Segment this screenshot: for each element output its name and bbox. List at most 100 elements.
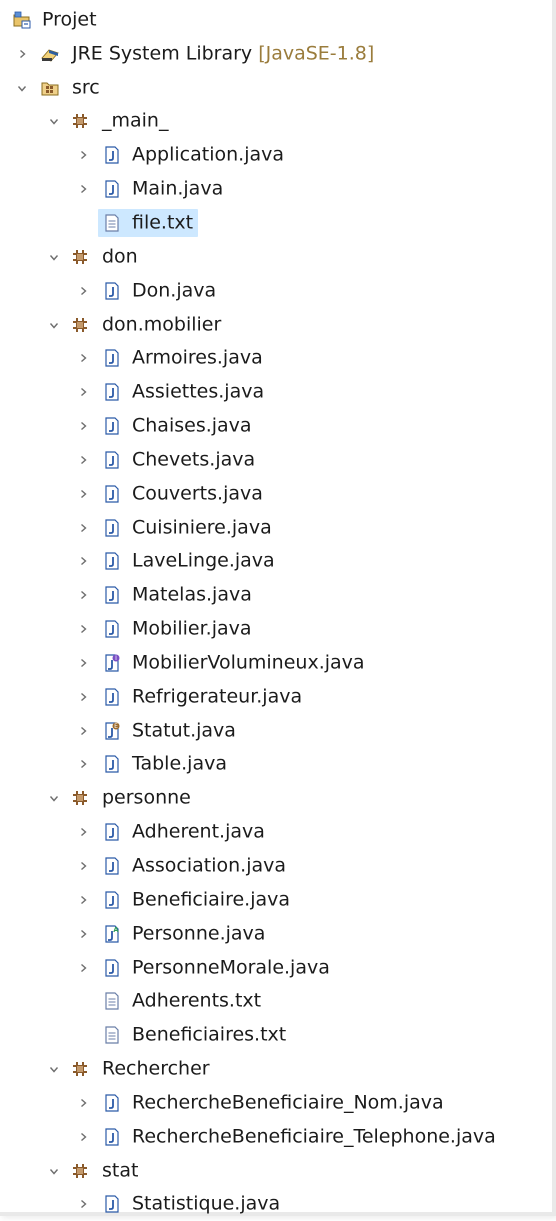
- tree-row-don[interactable]: don: [0, 240, 552, 274]
- tree-row-couverts-java[interactable]: Couverts.java: [0, 477, 552, 511]
- tree-row-personne-java[interactable]: A Personne.java: [0, 917, 552, 951]
- tree-item-label[interactable]: Main.java: [132, 177, 223, 201]
- tree-item-label[interactable]: file.txt: [132, 211, 193, 235]
- tree-row-adherent-java[interactable]: Adherent.java: [0, 815, 552, 849]
- tree-item-label[interactable]: Adherent.java: [132, 820, 265, 844]
- tree-row-jre-system-library[interactable]: JRE System Library [JavaSE-1.8]: [0, 37, 552, 71]
- tree-row-chaises-java[interactable]: Chaises.java: [0, 409, 552, 443]
- chevron-down-icon[interactable]: [49, 320, 59, 329]
- tree-row-rechercher[interactable]: Rechercher: [0, 1052, 552, 1086]
- chevron-down-icon[interactable]: [49, 252, 59, 261]
- chevron-down-icon[interactable]: [49, 1065, 59, 1074]
- chevron-right-icon[interactable]: [79, 861, 88, 871]
- tree-item-label[interactable]: Personne.java: [132, 921, 265, 945]
- chevron-right-icon[interactable]: [79, 489, 88, 498]
- tree-item-label[interactable]: Chevets.java: [132, 447, 255, 471]
- tree-row-main-java[interactable]: Main.java: [0, 172, 552, 206]
- chevron-right-icon[interactable]: [79, 1098, 88, 1107]
- tree-item-label[interactable]: Adherents.txt: [132, 989, 261, 1013]
- tree-row-beneficiaires-txt[interactable]: Beneficiaires.txt: [0, 1018, 552, 1052]
- tree-item-label[interactable]: don.mobilier: [102, 312, 221, 336]
- tree-row-refrigerateur-java[interactable]: Refrigerateur.java: [0, 680, 552, 714]
- chevron-right-icon[interactable]: [79, 591, 88, 600]
- chevron-right-icon[interactable]: [79, 455, 88, 464]
- tree-item-label[interactable]: don: [102, 244, 138, 268]
- tree-item-label[interactable]: JRE System Library [JavaSE-1.8]: [72, 41, 374, 65]
- tree-row-recherchebeneficiaire-telephone-java[interactable]: RechercheBeneficiaire_Telephone.java: [0, 1120, 552, 1154]
- tree-item-label[interactable]: Statut.java: [132, 718, 236, 742]
- tree-row-mobiliervolumineux-java[interactable]: I MobilierVolumineux.java: [0, 646, 552, 680]
- tree-row-matelas-java[interactable]: Matelas.java: [0, 578, 552, 612]
- chevron-right-icon[interactable]: [79, 692, 88, 701]
- tree-row-personne[interactable]: personne: [0, 781, 552, 815]
- tree-item-label[interactable]: Assiettes.java: [132, 380, 264, 404]
- tree-item-label[interactable]: Beneficiaire.java: [132, 887, 290, 911]
- tree-item-label[interactable]: Couverts.java: [132, 481, 263, 505]
- tree-item-label[interactable]: stat: [102, 1158, 138, 1182]
- chevron-right-icon[interactable]: [79, 185, 88, 194]
- tree-item-label[interactable]: PersonneMorale.java: [132, 955, 330, 979]
- tree-row-don-java[interactable]: Don.java: [0, 274, 552, 308]
- tree-row-statut-java[interactable]: E Statut.java: [0, 714, 552, 748]
- chevron-right-icon[interactable]: [79, 354, 88, 363]
- tree-row-personnemorale-java[interactable]: PersonneMorale.java: [0, 951, 552, 985]
- tree-item-label[interactable]: Don.java: [132, 278, 216, 302]
- tree-item-label[interactable]: RechercheBeneficiaire_Nom.java: [132, 1090, 444, 1114]
- tree-item-label[interactable]: RechercheBeneficiaire_Telephone.java: [132, 1124, 496, 1148]
- chevron-right-icon[interactable]: [79, 625, 88, 634]
- tree-item-label[interactable]: Application.java: [132, 143, 284, 167]
- tree-item-label[interactable]: Beneficiaires.txt: [132, 1023, 286, 1047]
- chevron-right-icon[interactable]: [79, 895, 88, 904]
- tree-row-beneficiaire-java[interactable]: Beneficiaire.java: [0, 883, 552, 917]
- tree-row-main[interactable]: _main_: [0, 105, 552, 139]
- chevron-down-icon[interactable]: [49, 1166, 59, 1175]
- tree-row-assiettes-java[interactable]: Assiettes.java: [0, 375, 552, 409]
- chevron-right-icon[interactable]: [79, 828, 88, 837]
- tree-item-label[interactable]: _main_: [102, 109, 168, 133]
- chevron-right-icon[interactable]: [79, 760, 88, 769]
- chevron-right-icon[interactable]: [79, 1200, 88, 1209]
- tree-row-file-txt[interactable]: file.txt: [0, 206, 552, 240]
- tree-item-label[interactable]: Cuisiniere.java: [132, 515, 272, 539]
- chevron-down-icon[interactable]: [49, 794, 59, 803]
- chevron-right-icon[interactable]: [79, 658, 88, 667]
- tree-item-label[interactable]: Projet: [42, 7, 97, 31]
- chevron-right-icon[interactable]: [79, 1132, 88, 1141]
- chevron-right-icon[interactable]: [79, 557, 88, 566]
- chevron-right-icon[interactable]: [79, 151, 88, 160]
- tree-row-recherchebeneficiaire-nom-java[interactable]: RechercheBeneficiaire_Nom.java: [0, 1086, 552, 1120]
- tree-row-armoires-java[interactable]: Armoires.java: [0, 341, 552, 375]
- tree-item-label[interactable]: LaveLinge.java: [132, 549, 275, 573]
- tree-row-adherents-txt[interactable]: Adherents.txt: [0, 984, 552, 1018]
- chevron-right-icon[interactable]: [79, 929, 88, 938]
- tree-item-label[interactable]: Matelas.java: [132, 583, 252, 607]
- tree-item-label[interactable]: src: [72, 75, 100, 99]
- chevron-right-icon[interactable]: [79, 523, 88, 532]
- tree-row-cuisiniere-java[interactable]: Cuisiniere.java: [0, 511, 552, 545]
- tree-row-don-mobilier[interactable]: don.mobilier: [0, 308, 552, 342]
- tree-item-label[interactable]: Mobilier.java: [132, 617, 252, 641]
- tree-row-association-java[interactable]: Association.java: [0, 849, 552, 883]
- tree-item-label[interactable]: personne: [102, 786, 191, 810]
- chevron-right-icon[interactable]: [79, 422, 88, 431]
- tree-item-label[interactable]: Table.java: [132, 752, 227, 776]
- tree-row-src[interactable]: src: [0, 71, 552, 105]
- chevron-right-icon[interactable]: [79, 963, 88, 972]
- tree-item-label[interactable]: Rechercher: [102, 1057, 210, 1081]
- tree-row-application-java[interactable]: Application.java: [0, 138, 552, 172]
- chevron-right-icon[interactable]: [79, 726, 88, 735]
- tree-row-lavelinge-java[interactable]: LaveLinge.java: [0, 545, 552, 579]
- tree-item-label[interactable]: Statistique.java: [132, 1192, 280, 1216]
- tree-row-projet[interactable]: Projet: [0, 3, 552, 37]
- tree-row-mobilier-java[interactable]: Mobilier.java: [0, 612, 552, 646]
- tree-row-stat[interactable]: stat: [0, 1154, 552, 1188]
- tree-item-label[interactable]: Association.java: [132, 854, 286, 878]
- chevron-right-icon[interactable]: [79, 286, 88, 295]
- chevron-down-icon[interactable]: [49, 117, 59, 126]
- tree-row-table-java[interactable]: Table.java: [0, 748, 552, 782]
- chevron-right-icon[interactable]: [18, 49, 27, 58]
- tree-item-label[interactable]: Chaises.java: [132, 414, 252, 438]
- chevron-right-icon[interactable]: [79, 388, 88, 397]
- tree-item-label[interactable]: MobilierVolumineux.java: [132, 650, 365, 674]
- chevron-down-icon[interactable]: [17, 83, 27, 92]
